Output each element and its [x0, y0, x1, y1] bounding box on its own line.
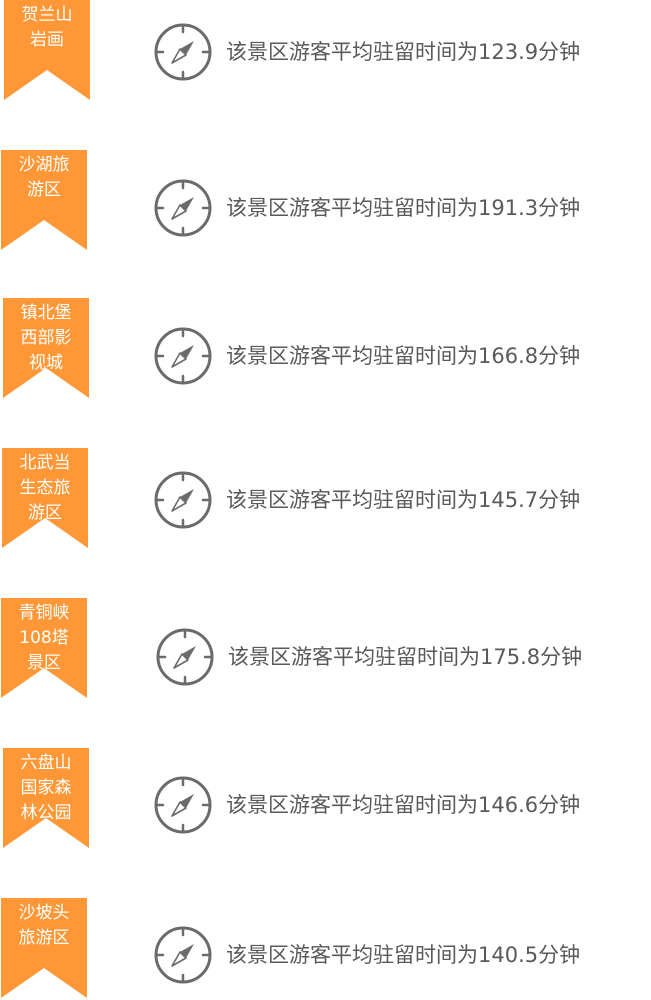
scenic-area-name: 北武当 生态旅 游区 [19, 453, 71, 523]
scenic-area-ribbon: 沙坡头 旅游区 [1, 898, 87, 998]
compass-icon [153, 22, 213, 86]
scenic-area-ribbon: 贺兰山 岩画 [4, 0, 90, 100]
scenic-area-ribbon: 镇北堡 西部影 视城 [3, 298, 89, 398]
compass-icon [153, 470, 213, 534]
scenic-area-name: 沙湖旅 游区 [18, 155, 70, 200]
compass-icon [153, 178, 213, 242]
scenic-area-name: 沙坡头 旅游区 [18, 903, 70, 948]
compass-icon [153, 925, 213, 989]
scenic-area-name: 镇北堡 西部影 视城 [20, 303, 72, 373]
dwell-time-text: 该景区游客平均驻留时间为123.9分钟 [226, 40, 581, 64]
dwell-time-text: 该景区游客平均驻留时间为191.3分钟 [226, 196, 581, 220]
scenic-area-name: 青铜峡 108塔 景区 [18, 603, 70, 673]
compass-icon [155, 627, 215, 691]
dwell-time-text: 该景区游客平均驻留时间为140.5分钟 [226, 943, 581, 967]
scenic-area-ribbon: 北武当 生态旅 游区 [2, 448, 88, 548]
scenic-area-name: 贺兰山 岩画 [21, 5, 73, 50]
compass-icon [153, 326, 213, 390]
compass-icon [153, 775, 213, 839]
dwell-time-text: 该景区游客平均驻留时间为166.8分钟 [226, 344, 581, 368]
scenic-area-ribbon: 青铜峡 108塔 景区 [1, 598, 87, 698]
dwell-time-text: 该景区游客平均驻留时间为145.7分钟 [226, 488, 581, 512]
scenic-area-ribbon: 六盘山 国家森 林公园 [3, 748, 89, 848]
scenic-area-ribbon: 沙湖旅 游区 [1, 150, 87, 250]
dwell-time-text: 该景区游客平均驻留时间为175.8分钟 [228, 645, 583, 669]
dwell-time-text: 该景区游客平均驻留时间为146.6分钟 [226, 793, 581, 817]
scenic-area-name: 六盘山 国家森 林公园 [20, 753, 72, 823]
